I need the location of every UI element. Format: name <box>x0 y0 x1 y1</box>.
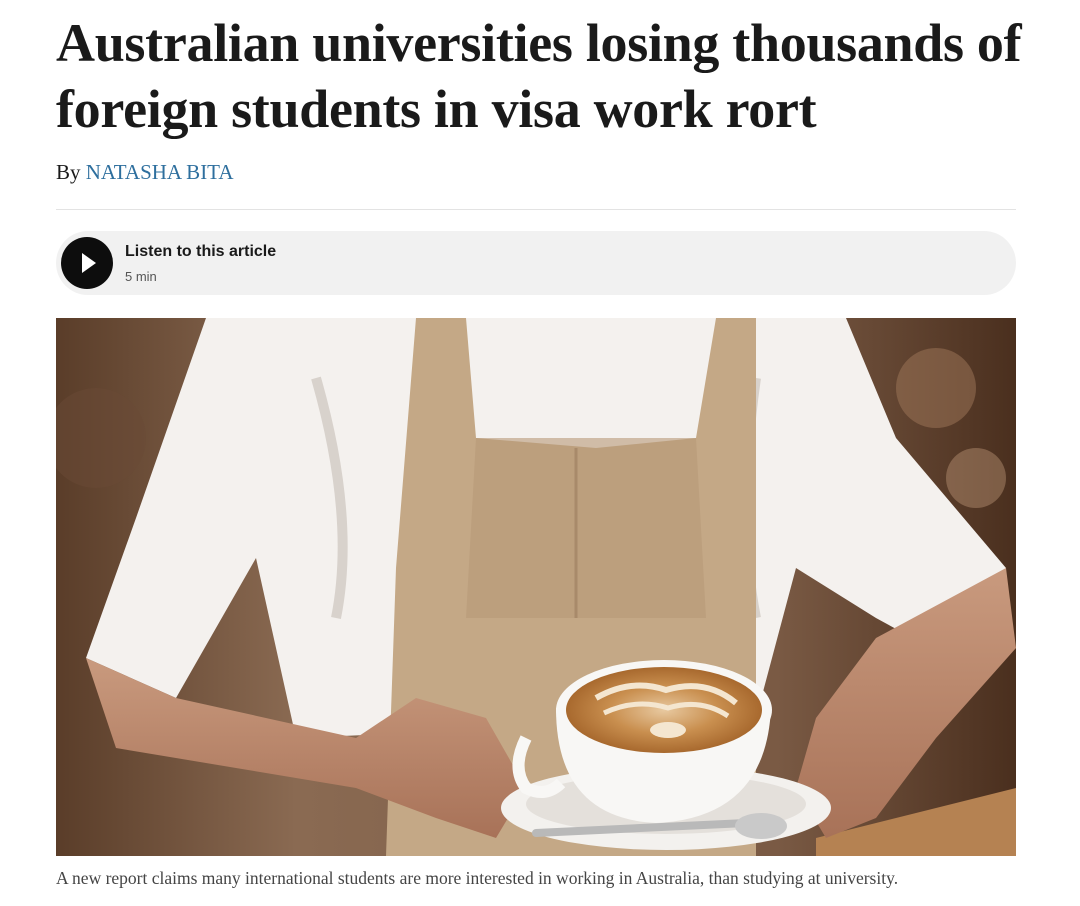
author-link[interactable]: NATASHA BITA <box>86 160 234 184</box>
audio-title: Listen to this article <box>125 243 277 260</box>
divider <box>56 209 1016 210</box>
image-caption: A new report claims many international s… <box>56 868 899 888</box>
audio-player[interactable]: Listen to this article 5 min <box>56 231 1016 295</box>
hero-image <box>56 318 1016 856</box>
audio-duration: 5 min <box>125 269 157 284</box>
byline-prefix: By <box>56 160 81 184</box>
barista-latte-photo <box>56 318 1016 856</box>
headline: Australian universities losing thousands… <box>56 13 1022 139</box>
play-icon <box>82 253 96 273</box>
play-button[interactable] <box>61 237 113 289</box>
byline: By NATASHA BITA <box>56 160 234 185</box>
